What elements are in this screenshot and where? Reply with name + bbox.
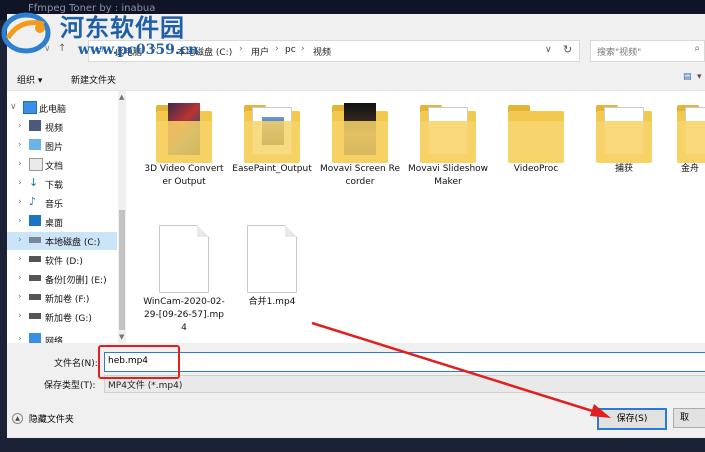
annotation-arrow (311, 321, 611, 418)
taskbar-strip (0, 438, 705, 452)
